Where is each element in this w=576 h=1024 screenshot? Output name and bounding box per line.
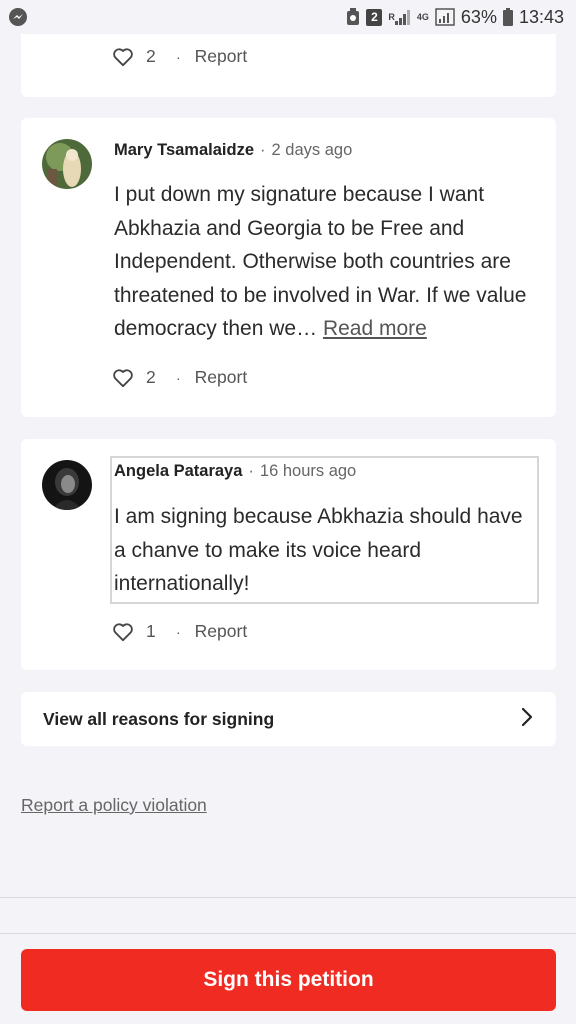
heart-icon[interactable] <box>112 368 134 388</box>
report-policy-violation-link[interactable]: Report a policy violation <box>21 795 207 816</box>
status-bar: 2 R 4G 63% 13:43 <box>0 0 576 34</box>
clock: 13:43 <box>518 6 564 27</box>
divider <box>0 933 576 934</box>
view-all-label: View all reasons for signing <box>43 708 275 729</box>
report-link[interactable]: Report <box>195 367 248 388</box>
divider <box>0 897 576 898</box>
comment-time: 2 days ago <box>271 141 353 159</box>
comment-meta: Mary Tsamalaidze · 2 days ago <box>114 141 353 159</box>
report-link[interactable]: Report <box>195 46 248 67</box>
like-count: 2 <box>146 367 156 387</box>
comment-card: 2 · Report <box>21 34 556 97</box>
avatar <box>42 460 92 510</box>
comment-card: Angela Pataraya · 16 hours ago I am signin… <box>21 439 556 670</box>
read-more-link[interactable]: Read more <box>323 317 427 340</box>
comment-meta: Angela Pataraya · 16 hours ago <box>114 462 357 480</box>
sign-petition-button[interactable]: Sign this petition <box>21 949 556 1011</box>
like-count: 1 <box>146 621 156 641</box>
separator-dot: · <box>176 48 181 65</box>
heart-icon[interactable] <box>112 622 134 642</box>
view-all-reasons-button[interactable]: View all reasons for signing <box>21 692 556 746</box>
network-type: 4G <box>416 11 429 22</box>
comment-actions: 2 · Report <box>112 46 247 67</box>
comment-text: I put down my signature because I want A… <box>114 183 527 340</box>
chevron-right-icon <box>520 707 534 732</box>
author-name[interactable]: Angela Pataraya <box>114 462 242 480</box>
report-link[interactable]: Report <box>195 621 248 642</box>
signal-icon: R <box>388 9 411 25</box>
comment-card: Mary Tsamalaidze · 2 days ago I put down m… <box>21 118 556 417</box>
author-name[interactable]: Mary Tsamalaidze <box>114 141 254 159</box>
avatar <box>42 139 92 189</box>
signal-icon-2 <box>435 8 455 26</box>
separator-dot: · <box>176 369 181 386</box>
like-count: 2 <box>146 46 156 66</box>
battery-percent: 63% <box>460 6 497 27</box>
messenger-icon <box>8 7 28 27</box>
comment-text: I am signing because Abkhazia should hav… <box>114 505 523 595</box>
notification-badge: 2 <box>366 8 383 26</box>
separator-dot: · <box>176 623 181 640</box>
comment-actions: 2 · Report <box>112 367 247 388</box>
comment-time: 16 hours ago <box>259 462 357 480</box>
comment-actions: 1 · Report <box>112 621 247 642</box>
battery-icon <box>502 8 513 26</box>
battery-saver-icon <box>346 8 360 26</box>
heart-icon[interactable] <box>112 47 134 67</box>
